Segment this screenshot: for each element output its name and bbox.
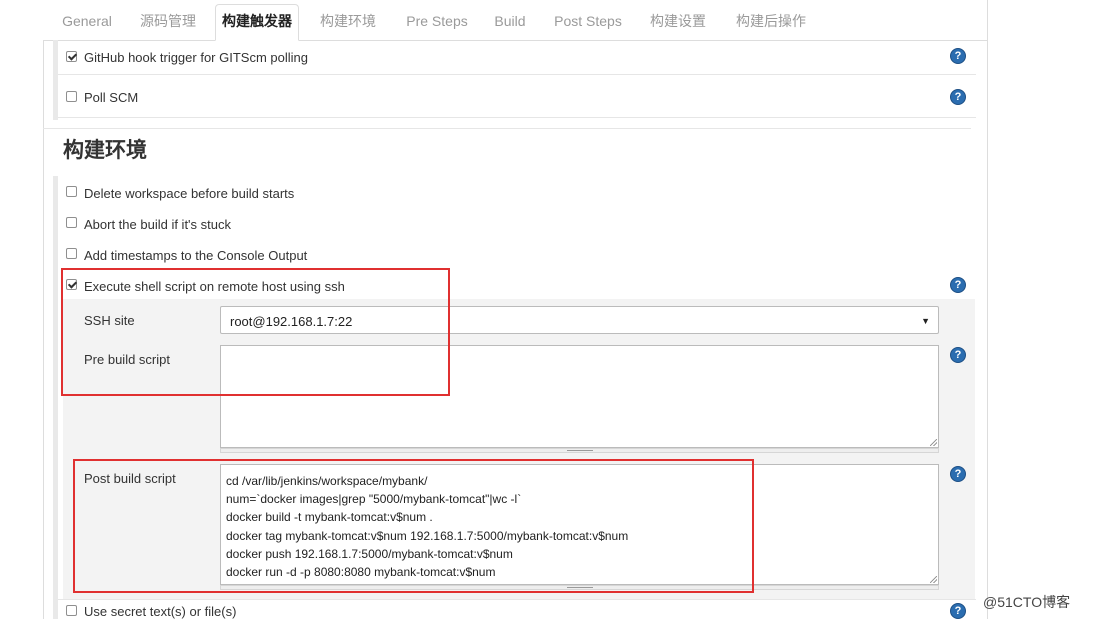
row-divider [58,117,976,118]
ssh-script-help-icon[interactable]: ? [950,277,966,293]
tab-build-triggers[interactable]: 构建触发器 [215,4,299,41]
trigger-section-bar [53,40,58,120]
row-divider [58,599,976,600]
highlight-box-post-build [73,459,754,593]
abort-stuck-label: Abort the build if it's stuck [84,217,231,232]
secret-help-icon[interactable]: ? [950,603,966,619]
poll-scm-help-icon[interactable]: ? [950,89,966,105]
post-build-help-icon[interactable]: ? [950,466,966,482]
github-hook-help-icon[interactable]: ? [950,48,966,64]
section-divider [43,128,971,129]
env-section-bar [53,176,58,619]
tab-pre-steps[interactable]: Pre Steps [395,5,479,39]
resize-handle-icon[interactable] [930,576,937,583]
pre-build-help-icon[interactable]: ? [950,347,966,363]
tab-source-management[interactable]: 源码管理 [129,5,207,39]
tab-post-build-actions[interactable]: 构建后操作 [725,5,817,39]
chevron-down-icon: ▼ [921,316,930,326]
tab-general[interactable]: General [51,5,123,39]
delete-workspace-checkbox[interactable] [66,186,77,197]
poll-scm-checkbox[interactable] [66,91,77,102]
highlight-box-ssh [61,268,450,396]
poll-scm-label: Poll SCM [84,90,139,105]
tab-build-settings[interactable]: 构建设置 [641,5,715,39]
resize-handle-icon[interactable] [930,439,937,446]
config-tabs: General 源码管理 构建触发器 构建环境 Pre Steps Build … [43,0,987,41]
secret-label: Use secret text(s) or file(s) [84,604,237,619]
tab-build-environment[interactable]: 构建环境 [309,5,387,39]
section-title-build-environment: 构建环境 [63,139,147,162]
github-hook-label: GitHub hook trigger for GITScm polling [84,50,308,65]
watermark: @51CTO博客 [983,594,1071,610]
timestamps-label: Add timestamps to the Console Output [84,248,308,263]
abort-stuck-checkbox[interactable] [66,217,77,228]
secret-checkbox[interactable] [66,605,77,616]
pre-build-expand-handle[interactable] [220,448,939,453]
github-hook-checkbox[interactable] [66,51,77,62]
tab-build[interactable]: Build [487,5,533,39]
delete-workspace-label: Delete workspace before build starts [84,186,295,201]
timestamps-checkbox[interactable] [66,248,77,259]
tab-post-steps[interactable]: Post Steps [549,5,627,39]
row-divider [58,74,976,75]
